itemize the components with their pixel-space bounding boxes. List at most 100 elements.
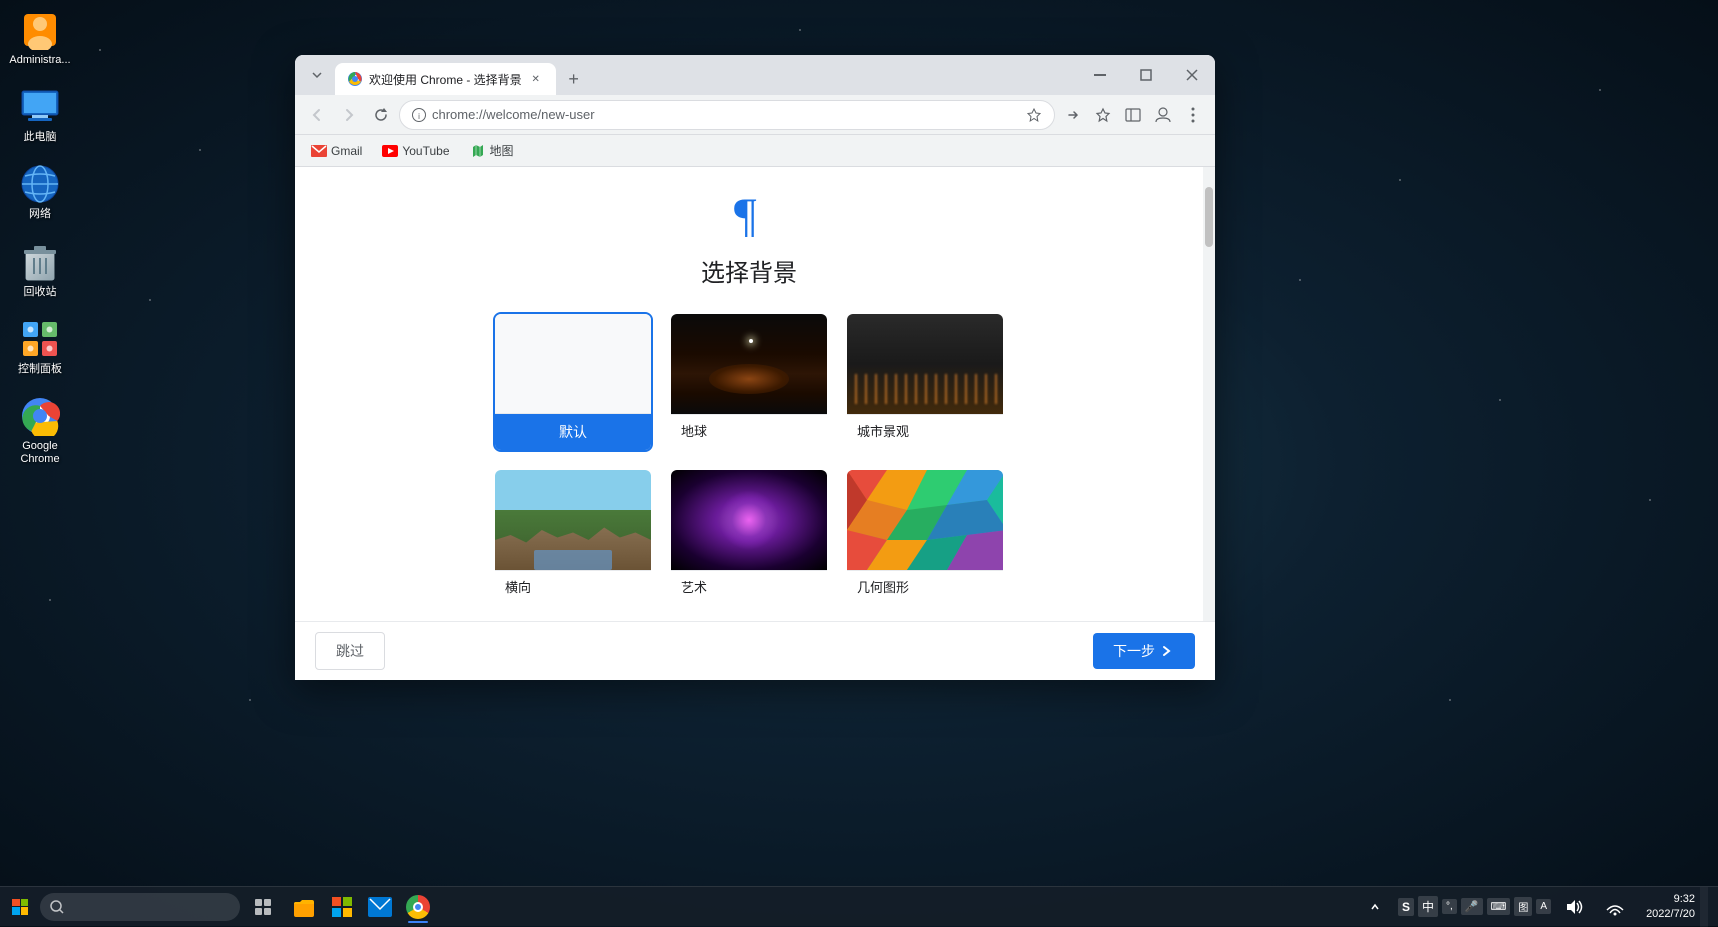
reload-button[interactable] — [367, 101, 395, 129]
taskbar-pinned-apps — [286, 889, 436, 925]
volume-button[interactable] — [1556, 889, 1592, 925]
share-button[interactable] — [1059, 101, 1087, 129]
keyboard-indicator[interactable]: ⌨ — [1487, 898, 1511, 915]
maximize-button[interactable] — [1123, 55, 1169, 95]
control-panel-label: 控制面板 — [18, 363, 62, 376]
chrome-tab-active[interactable]: 欢迎使用 Chrome - 选择背景 ✕ — [335, 63, 556, 95]
sougou-indicator[interactable]: S — [1398, 898, 1414, 916]
minimize-button[interactable] — [1077, 55, 1123, 95]
taskbar: S 中 °, 🎤 ⌨ 图 A — [0, 886, 1718, 926]
taskbar-app-store[interactable] — [324, 889, 360, 925]
control-panel-icon — [20, 319, 60, 359]
back-button[interactable] — [303, 101, 331, 129]
new-tab-button[interactable]: + — [560, 65, 588, 93]
show-desktop-button[interactable] — [1700, 887, 1708, 927]
svg-text:¶: ¶ — [734, 187, 757, 237]
punctuation-indicator[interactable]: °, — [1442, 899, 1457, 914]
chrome-content: ¶ 选择背景 默认 — [295, 167, 1215, 621]
start-button[interactable] — [0, 887, 40, 927]
windows-logo-icon — [12, 899, 28, 915]
network-status-icon — [1606, 898, 1624, 916]
profile-button[interactable] — [1149, 101, 1177, 129]
svg-text:i: i — [418, 112, 420, 121]
page-title: 选择背景 — [701, 253, 797, 288]
task-view-icon — [254, 898, 272, 916]
theme-city-preview — [847, 314, 1003, 414]
forward-button[interactable] — [335, 101, 363, 129]
address-bar[interactable]: i chrome://welcome/new-user — [399, 100, 1055, 130]
desktop-icon-administrator[interactable]: Administra... — [5, 10, 75, 67]
network-status-button[interactable] — [1597, 889, 1633, 925]
taskbar-search[interactable] — [40, 893, 240, 921]
more-menu-button[interactable] — [1179, 101, 1207, 129]
theme-geo-label: 几何图形 — [847, 570, 1003, 602]
theme-card-city[interactable]: 城市景观 — [845, 312, 1005, 452]
mic-indicator[interactable]: 🎤 — [1461, 898, 1483, 915]
desktop-icon-chrome[interactable]: Google Chrome — [5, 396, 75, 466]
content-scrollbar[interactable] — [1203, 167, 1215, 621]
next-label: 下一步 — [1113, 641, 1155, 661]
earth-star — [749, 339, 753, 343]
administrator-label: Administra... — [9, 54, 70, 67]
search-icon — [50, 900, 64, 914]
security-icon: i — [412, 108, 426, 122]
chrome-desktop-icon — [20, 396, 60, 436]
theme-landscape-label: 横向 — [495, 570, 651, 602]
chrome-label: Google Chrome — [5, 440, 75, 466]
tab-favicon — [347, 71, 363, 87]
scrollbar-thumb[interactable] — [1205, 187, 1213, 247]
theme-city-label: 城市景观 — [847, 414, 1003, 446]
ime-extra-2[interactable]: A — [1536, 899, 1551, 914]
system-tray-expand[interactable] — [1357, 889, 1393, 925]
bookmark-maps[interactable]: 地图 — [462, 139, 522, 162]
chrome-logo-area: ¶ — [719, 187, 779, 237]
file-manager-icon — [292, 895, 316, 919]
skip-button[interactable]: 跳过 — [315, 632, 385, 670]
theme-card-geometric[interactable]: 几何图形 — [845, 468, 1005, 604]
sidebar-toggle[interactable] — [1119, 101, 1147, 129]
ime-extra-1[interactable]: 图 — [1514, 897, 1532, 916]
gmail-label: Gmail — [331, 144, 362, 158]
taskbar-clock[interactable]: 9:32 2022/7/20 — [1646, 892, 1695, 921]
gmail-favicon-icon — [311, 143, 327, 159]
theme-card-landscape[interactable]: 横向 — [493, 468, 653, 604]
maps-label: 地图 — [490, 142, 514, 159]
theme-card-default[interactable]: 默认 — [493, 312, 653, 452]
close-button[interactable] — [1169, 55, 1215, 95]
caret-up-icon — [1370, 902, 1380, 912]
theme-card-art[interactable]: 艺术 — [669, 468, 829, 604]
theme-card-earth[interactable]: 地球 — [669, 312, 829, 452]
bookmark-youtube[interactable]: YouTube — [374, 140, 457, 162]
administrator-icon — [20, 10, 60, 50]
taskbar-app-file-manager[interactable] — [286, 889, 322, 925]
computer-icon — [20, 87, 60, 127]
theme-earth-label: 地球 — [671, 414, 827, 446]
bookmark-button[interactable] — [1089, 101, 1117, 129]
taskbar-app-chrome[interactable] — [400, 889, 436, 925]
taskbar-app-mail[interactable] — [362, 889, 398, 925]
city-lights — [847, 374, 1003, 404]
desktop-icon-network[interactable]: 网络 — [5, 164, 75, 221]
desktop-icon-my-computer[interactable]: 此电脑 — [5, 87, 75, 144]
cn-indicator[interactable]: 中 — [1418, 896, 1438, 917]
desktop-icon-recycle[interactable]: 回收站 — [5, 242, 75, 299]
next-button[interactable]: 下一步 — [1093, 633, 1195, 669]
address-url: chrome://welcome/new-user — [432, 107, 1020, 122]
recycle-label: 回收站 — [24, 286, 57, 299]
desktop-icons: Administra... 此电脑 — [0, 0, 80, 476]
tab-list-button[interactable] — [303, 61, 331, 89]
chrome-window: 欢迎使用 Chrome - 选择背景 ✕ + — [295, 55, 1215, 680]
store-icon — [330, 895, 354, 919]
bookmark-star[interactable] — [1026, 107, 1042, 123]
page-content-area: ¶ 选择背景 默认 — [295, 167, 1203, 621]
desktop-icon-control-panel[interactable]: 控制面板 — [5, 319, 75, 376]
chrome-toolbar: i chrome://welcome/new-user — [295, 95, 1215, 135]
theme-landscape-preview — [495, 470, 651, 570]
theme-art-preview — [671, 470, 827, 570]
taskbar-right: S 中 °, 🎤 ⌨ 图 A — [1357, 887, 1718, 927]
recycle-icon — [20, 242, 60, 282]
task-view-button[interactable] — [245, 889, 281, 925]
theme-default-preview — [495, 314, 651, 414]
tab-close-button[interactable]: ✕ — [528, 71, 544, 87]
bookmark-gmail[interactable]: Gmail — [303, 140, 370, 162]
